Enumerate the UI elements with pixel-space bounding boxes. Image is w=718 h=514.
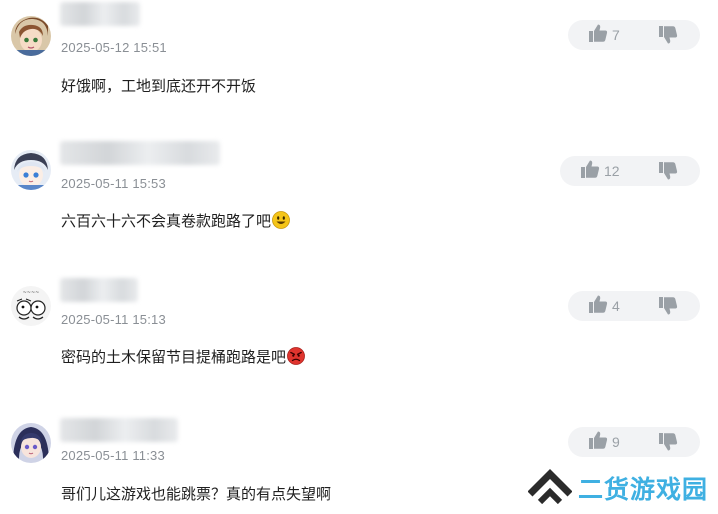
- thumbs-up-icon: [588, 24, 608, 46]
- thumbs-down-icon: [658, 297, 678, 319]
- thumbs-down-icon: [658, 26, 678, 48]
- username-blurred[interactable]: [60, 2, 140, 26]
- comment-item: 2025-05-11 15:53 六百六十六不会真卷款跑路了吧 12: [0, 130, 718, 255]
- comment-timestamp: 2025-05-11 11:33: [61, 448, 165, 463]
- thumbs-up-icon: [580, 160, 600, 182]
- vote-controls: 9: [568, 427, 700, 457]
- like-count: 12: [604, 163, 620, 179]
- thumbs-down-icon: [658, 162, 678, 184]
- comment-timestamp: 2025-05-12 15:51: [61, 40, 167, 55]
- thumbs-down-icon: [658, 433, 678, 455]
- user-avatar[interactable]: [11, 16, 51, 56]
- comment-item: ~~~~ 2025-05-11 15:13 密码的土木保留节目提桶跑路是吧 4: [0, 268, 718, 393]
- comment-text-content: 六百六十六不会真卷款跑路了吧: [61, 212, 272, 230]
- comment-text: 哥们儿这游戏也能跳票？真的有点失望啊: [61, 485, 332, 503]
- vote-controls: 12: [560, 156, 700, 186]
- thumbs-up-icon: [588, 431, 608, 453]
- svg-text:~~~~: ~~~~: [23, 290, 40, 296]
- angry-face-icon: [287, 347, 305, 369]
- watermark-logo-icon: [527, 468, 573, 508]
- user-avatar[interactable]: [11, 150, 51, 190]
- comment-text: 好饿啊，工地到底还开不开饭: [61, 77, 257, 95]
- comment-text: 六百六十六不会真卷款跑路了吧: [61, 210, 290, 233]
- username-blurred[interactable]: [60, 418, 178, 442]
- username-blurred[interactable]: [60, 278, 138, 302]
- dislike-button[interactable]: [658, 162, 678, 184]
- comment-text-content: 密码的土木保留节目提桶跑路是吧: [61, 348, 287, 366]
- like-button[interactable]: 12: [560, 160, 620, 182]
- user-avatar[interactable]: [11, 423, 51, 463]
- vote-controls: 4: [568, 291, 700, 321]
- site-watermark: 二货游戏园: [527, 466, 709, 510]
- username-blurred[interactable]: [60, 141, 220, 165]
- like-count: 4: [612, 298, 620, 314]
- dislike-button[interactable]: [658, 26, 678, 48]
- watermark-text: 二货游戏园: [578, 475, 709, 504]
- comment-item: 2025-05-12 15:51 好饿啊，工地到底还开不开饭 7: [0, 0, 718, 120]
- dislike-button[interactable]: [658, 433, 678, 455]
- like-button[interactable]: 4: [568, 295, 620, 317]
- comment-timestamp: 2025-05-11 15:53: [61, 176, 166, 191]
- grinning-face-icon: [272, 211, 290, 233]
- like-count: 7: [612, 27, 620, 43]
- like-button[interactable]: 7: [568, 24, 620, 46]
- thumbs-up-icon: [588, 295, 608, 317]
- comment-text: 密码的土木保留节目提桶跑路是吧: [61, 346, 305, 369]
- like-count: 9: [612, 434, 620, 450]
- like-button[interactable]: 9: [568, 431, 620, 453]
- vote-controls: 7: [568, 20, 700, 50]
- dislike-button[interactable]: [658, 297, 678, 319]
- user-avatar[interactable]: ~~~~: [11, 286, 51, 326]
- comment-timestamp: 2025-05-11 15:13: [61, 312, 166, 327]
